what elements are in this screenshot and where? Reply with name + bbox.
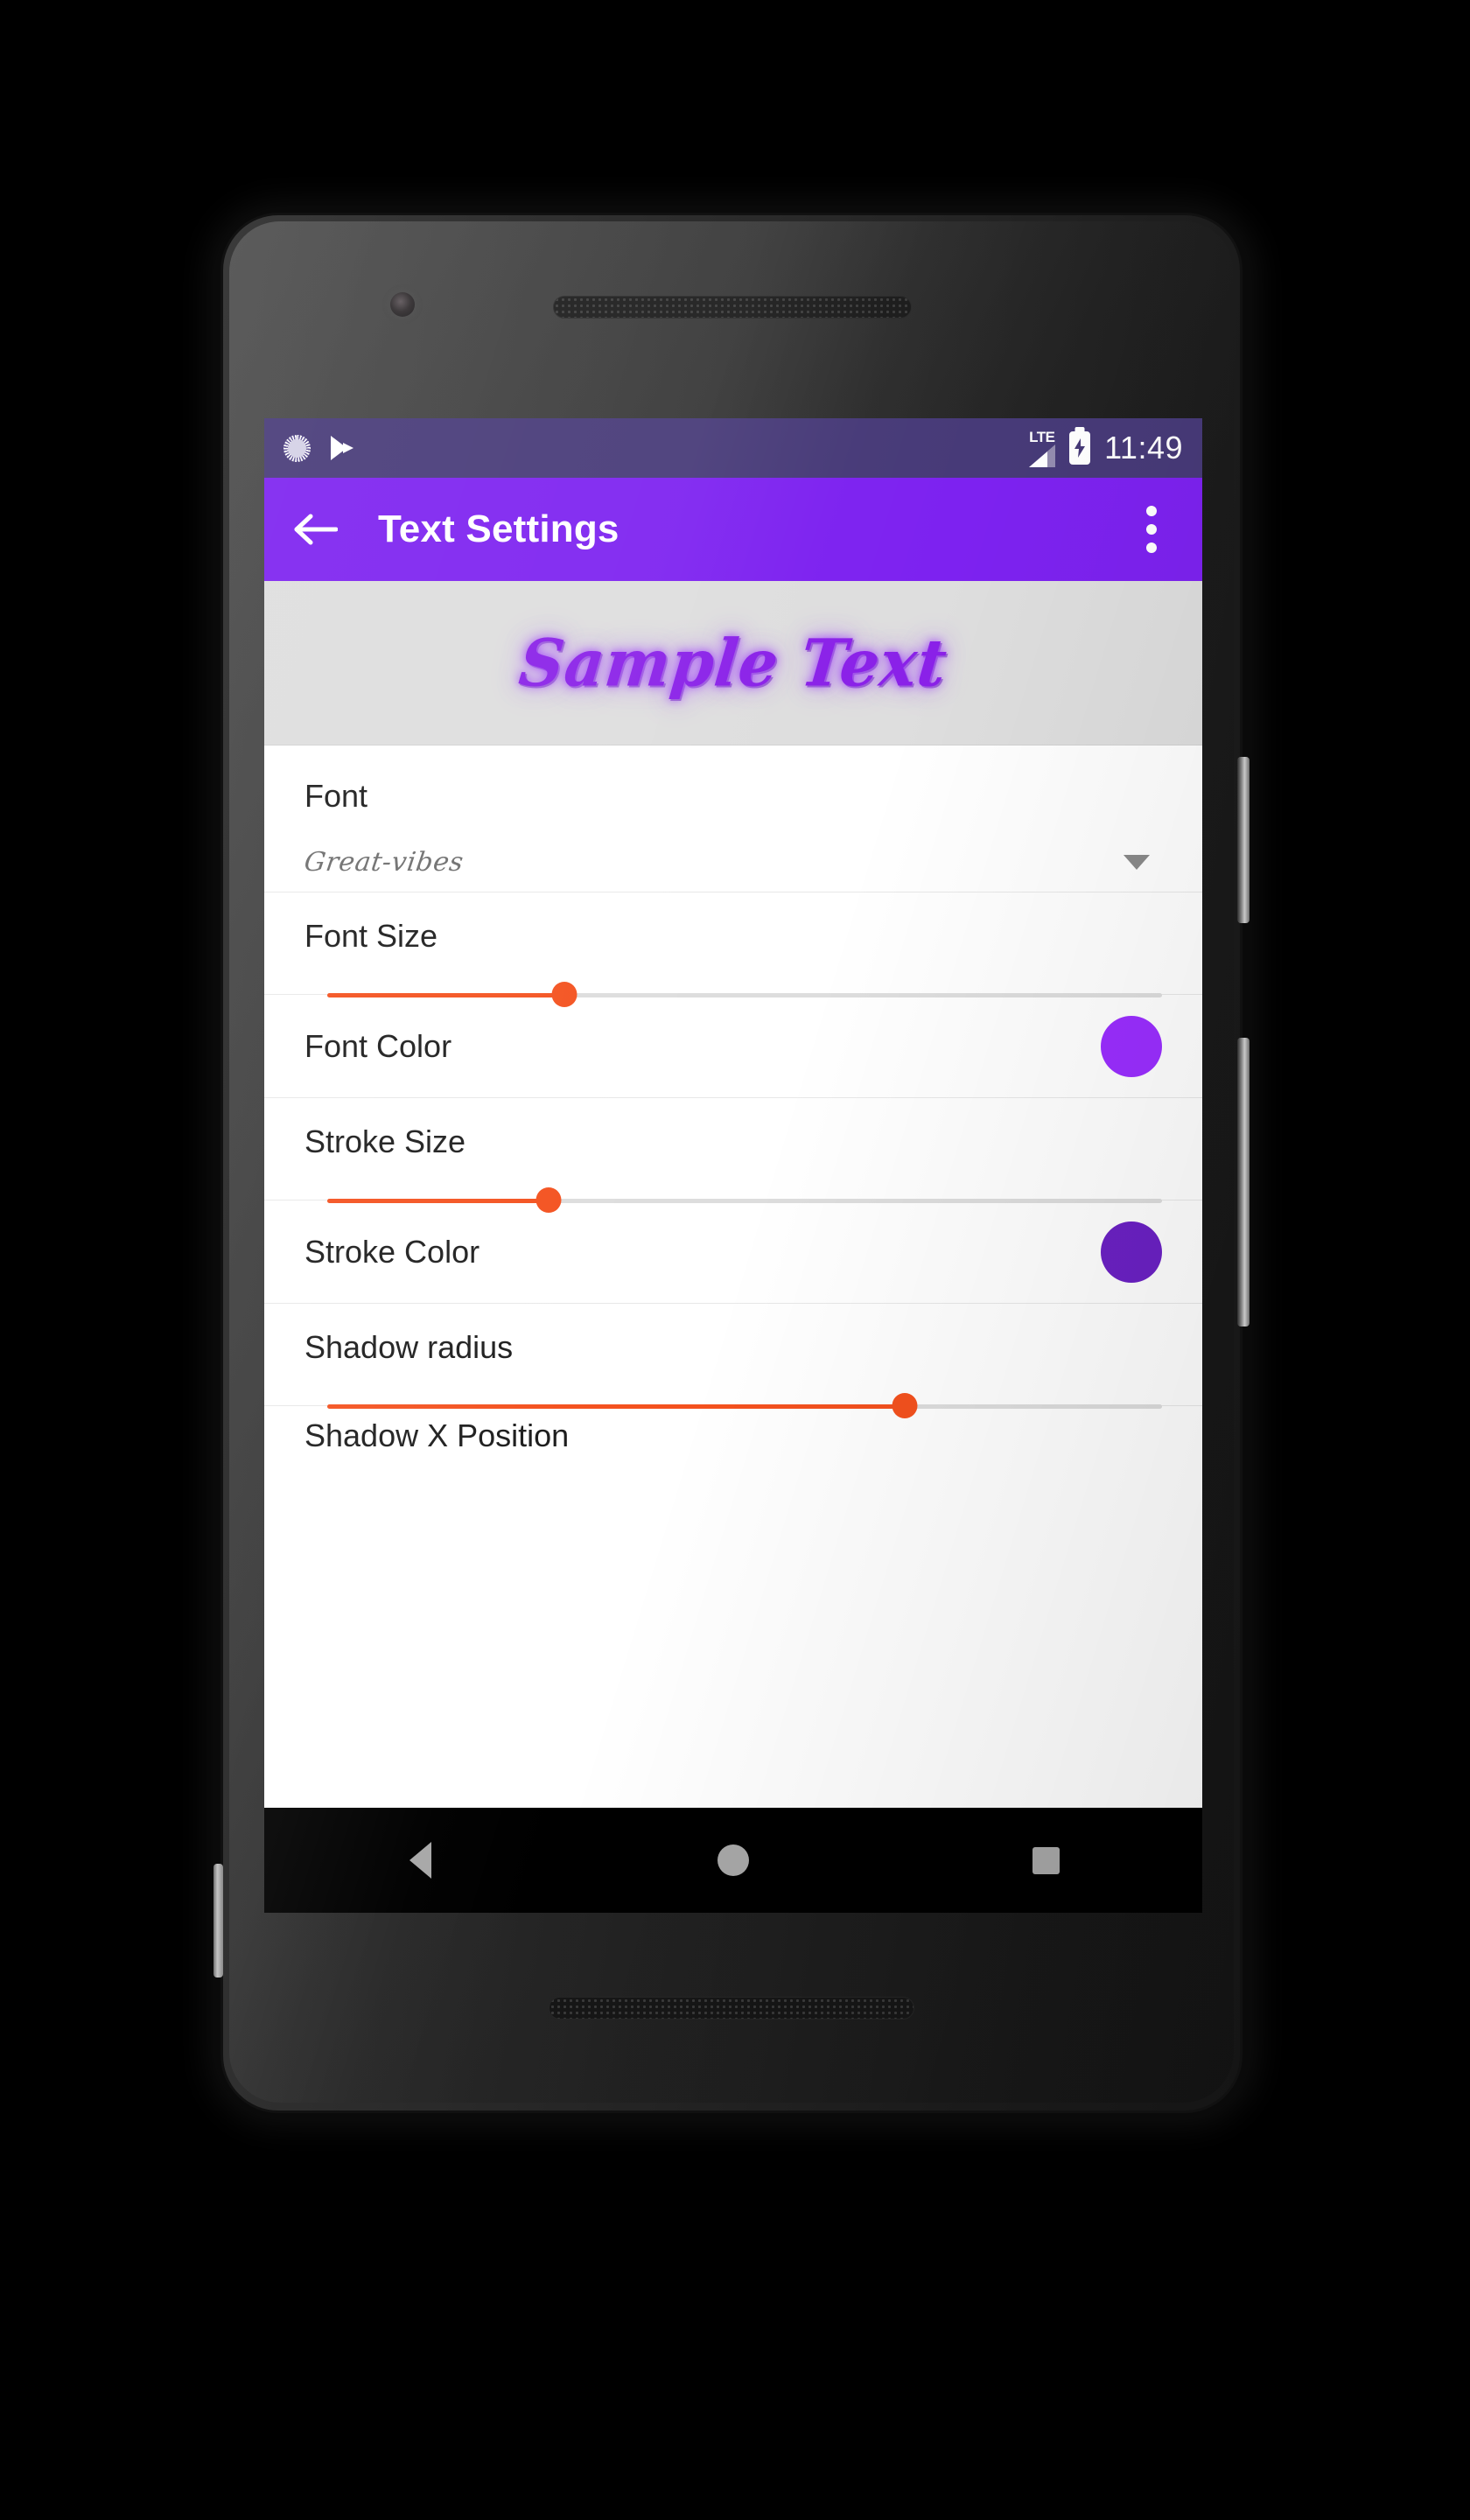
- lte-signal-icon: LTE: [1029, 428, 1056, 467]
- lte-label: LTE: [1029, 428, 1055, 445]
- setting-row-stroke-size[interactable]: Stroke Size: [264, 1098, 1202, 1213]
- setting-row-stroke-color[interactable]: Stroke Color: [264, 1200, 1202, 1304]
- nav-recents-button[interactable]: [980, 1808, 1111, 1913]
- earpiece-speaker: [553, 296, 912, 318]
- status-bar-clock: 11:49: [1104, 430, 1183, 466]
- home-circle-icon: [717, 1844, 749, 1876]
- setting-row-font-color[interactable]: Font Color: [264, 995, 1202, 1098]
- nav-home-button[interactable]: [668, 1808, 799, 1913]
- bottom-speaker-grille: [549, 1997, 914, 2020]
- nav-back-button[interactable]: [355, 1808, 486, 1913]
- text-preview-panel[interactable]: Sample Text: [264, 581, 1202, 746]
- sync-icon: [284, 434, 311, 462]
- battery-charging-icon: [1069, 431, 1091, 465]
- chevron-down-icon[interactable]: [1124, 855, 1150, 870]
- font-dropdown[interactable]: Great-vibes: [302, 847, 1162, 878]
- stroke-color-label: Stroke Color: [304, 1233, 480, 1270]
- sample-text-preview: Sample Text: [515, 624, 951, 702]
- font-label: Font: [304, 778, 368, 814]
- font-selected-value: Great-vibes: [302, 847, 466, 878]
- settings-list: Font Great-vibes Font Size Font Color St…: [264, 746, 1202, 1455]
- overflow-menu-icon[interactable]: [1127, 499, 1176, 560]
- stroke-color-swatch[interactable]: [1101, 1221, 1162, 1283]
- setting-row-shadow-x-position[interactable]: Shadow X Position: [264, 1406, 1202, 1455]
- power-button[interactable]: [1237, 757, 1250, 923]
- setting-row-font[interactable]: Font Great-vibes: [264, 746, 1202, 892]
- font-color-swatch[interactable]: [1101, 1015, 1162, 1077]
- setting-row-shadow-radius[interactable]: Shadow radius: [264, 1304, 1202, 1418]
- front-camera-icon: [390, 292, 415, 317]
- font-color-label: Font Color: [304, 1027, 452, 1064]
- back-arrow-icon[interactable]: [290, 505, 340, 554]
- volume-button[interactable]: [1237, 1038, 1250, 1326]
- shadow-radius-label: Shadow radius: [304, 1329, 514, 1365]
- setting-row-font-size[interactable]: Font Size: [264, 892, 1202, 1007]
- recents-square-icon: [1032, 1846, 1060, 1874]
- status-bar-left-icons: [284, 433, 354, 463]
- status-bar: LTE 11:49: [264, 418, 1202, 478]
- status-bar-right-icons: LTE 11:49: [1029, 430, 1183, 467]
- font-size-label: Font Size: [304, 918, 438, 954]
- page-title: Text Settings: [378, 508, 620, 550]
- android-nav-bar: [264, 1808, 1202, 1913]
- app-bar: Text Settings: [264, 478, 1202, 581]
- signal-bars-icon: [1029, 444, 1056, 467]
- back-triangle-icon: [410, 1842, 432, 1879]
- screenshot-root: LTE 11:49 Text Settings Sample Text Font…: [0, 0, 1470, 2520]
- stroke-size-label: Stroke Size: [304, 1124, 466, 1159]
- play-store-icon: [328, 433, 354, 463]
- shadow-x-position-label: Shadow X Position: [304, 1418, 570, 1453]
- phone-screen: LTE 11:49 Text Settings Sample Text Font…: [264, 418, 1202, 1913]
- sim-tray[interactable]: [214, 1864, 223, 1978]
